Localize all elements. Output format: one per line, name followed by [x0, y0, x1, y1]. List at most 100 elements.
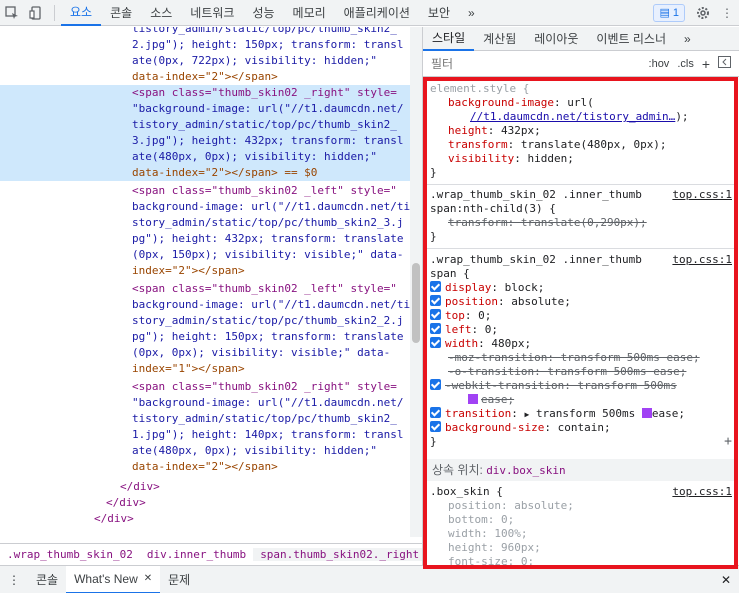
dom-node-line[interactable]: pg"); height: 150px; transform: translat… [0, 329, 410, 345]
property-checkbox[interactable] [430, 281, 441, 292]
style-property[interactable]: position: absolute; [430, 295, 732, 309]
dom-node-line[interactable]: </div> [0, 495, 410, 511]
dom-node-line[interactable]: story_admin/static/top/pc/thumb_skin2_2.… [0, 313, 410, 329]
dom-node-line[interactable]: index="1"></span> [0, 361, 410, 377]
dom-node-line[interactable]: </div> [0, 511, 410, 527]
overridden-property[interactable]: -moz-transition: transform 500ms ease; [430, 351, 732, 365]
close-drawer-icon[interactable]: ✕ [721, 573, 739, 587]
style-property[interactable]: height: 960px; [430, 541, 732, 555]
toggle-sidebar-icon[interactable] [718, 56, 731, 71]
dom-node-line[interactable]: 2.jpg"); height: 150px; transform: trans… [0, 37, 410, 53]
tab-layout[interactable]: 레이아웃 [525, 27, 587, 51]
dom-node-line[interactable]: pg"); height: 432px; transform: translat… [0, 231, 410, 247]
tab-memory[interactable]: 메모리 [284, 0, 335, 26]
style-property-transition[interactable]: transition: ▶ transform 500ms ease; [430, 407, 732, 421]
breadcrumb-item-current[interactable]: span.thumb_skin02._right [253, 547, 422, 561]
dom-node-line[interactable]: data-index="2"></span> == $0 [0, 165, 410, 181]
dom-node-line[interactable]: background-image: url("//t1.daumcdn.net/… [0, 297, 410, 313]
dom-node-line[interactable]: story_admin/static/top/pc/thumb_skin2_3.… [0, 215, 410, 231]
style-property[interactable]: display: block; [430, 281, 732, 295]
add-rule-icon[interactable]: + [702, 56, 710, 72]
dom-node-line[interactable]: tistory_admin/static/top/pc/thumb_skin2_ [0, 117, 410, 133]
tab-computed[interactable]: 계산됨 [474, 27, 525, 51]
style-property[interactable]: transform: translate(480px, 0px); [430, 138, 732, 152]
easing-swatch-icon[interactable] [641, 408, 652, 418]
easing-swatch-icon[interactable] [468, 394, 478, 404]
property-checkbox[interactable] [430, 295, 441, 306]
more-tabs-button[interactable]: » [459, 0, 484, 26]
dom-node-line[interactable]: tistory_admin/static/top/pc/thumb_skin2_ [0, 27, 410, 37]
style-property[interactable]: height: 432px; [430, 124, 732, 138]
style-property-webkit[interactable]: -webkit-transition: transform 500ms [430, 379, 732, 393]
dom-node-line[interactable]: (0px, 0px); visibility: visible;" data- [0, 345, 410, 361]
url-link[interactable]: //t1.daumcdn.net/tistory_admin… [470, 110, 675, 123]
overridden-property[interactable]: -o-transition: transform 500ms ease; [430, 365, 732, 379]
dom-node-line[interactable]: <span class="thumb_skin02 _right" style= [0, 85, 410, 101]
property-checkbox[interactable] [430, 407, 441, 418]
issues-button[interactable]: ▤ 1 [653, 3, 685, 22]
more-style-tabs-button[interactable]: » [675, 27, 700, 51]
rule-selector-cont[interactable]: span:nth-child(3) { [430, 202, 732, 216]
cls-button[interactable]: .cls [677, 58, 694, 70]
style-property[interactable]: visibility: hidden; [430, 152, 732, 166]
dom-node-line[interactable]: 3.jpg"); height: 432px; transform: trans… [0, 133, 410, 149]
inspect-element-icon[interactable] [0, 1, 24, 25]
dom-node-line[interactable]: 1.jpg"); height: 140px; transform: trans… [0, 427, 410, 443]
property-checkbox[interactable] [430, 309, 441, 320]
tab-sources[interactable]: 소스 [141, 0, 181, 26]
source-link[interactable]: top.css:1 [672, 188, 732, 201]
dom-node-line[interactable]: background-image: url("//t1.daumcdn.net/… [0, 199, 410, 215]
gear-icon[interactable] [691, 1, 715, 25]
source-link[interactable]: top.css:1 [672, 253, 732, 266]
hov-button[interactable]: :hov [649, 58, 670, 70]
property-checkbox[interactable] [430, 323, 441, 334]
dom-node-line[interactable]: ate(0px, 722px); visibility: hidden;" [0, 53, 410, 69]
drawer-tab-whats-new[interactable]: What's New ✕ [66, 565, 161, 593]
add-property-icon[interactable]: + [724, 435, 732, 449]
dom-node-line[interactable]: "background-image: url("//t1.daumcdn.net… [0, 101, 410, 117]
dom-node-line[interactable]: <span class="thumb_skin02 _left" style=" [0, 281, 410, 297]
style-property[interactable]: top: 0; [430, 309, 732, 323]
style-property-bgsize[interactable]: background-size: contain; [430, 421, 732, 435]
rule-selector-cont[interactable]: span { [430, 267, 732, 281]
tab-styles[interactable]: 스타일 [423, 27, 475, 51]
kebab-menu-icon[interactable]: ⋮ [715, 1, 739, 25]
style-property[interactable]: width: 100%; [430, 527, 732, 541]
dom-node-line[interactable]: (0px, 150px); visibility: visible;" data… [0, 247, 410, 263]
inherited-selector[interactable]: div.box_skin [486, 464, 565, 477]
breadcrumb-item[interactable]: div.inner_thumb [140, 548, 253, 561]
tab-elements[interactable]: 요소 [61, 0, 102, 26]
style-property[interactable]: background-image: url( [430, 96, 732, 110]
style-property[interactable]: font-size: 0; [430, 555, 732, 565]
dom-node-line[interactable]: <span class="thumb_skin02 _right" style= [0, 379, 410, 395]
dom-node-line[interactable]: data-index="2"></span> [0, 69, 410, 85]
dom-node-line[interactable]: </div> [0, 479, 410, 495]
style-property[interactable]: left: 0; [430, 323, 732, 337]
style-property[interactable]: position: absolute; [430, 499, 732, 513]
tab-security[interactable]: 보안 [419, 0, 459, 26]
overridden-property[interactable]: transform: translate(0,290px); [430, 216, 732, 230]
source-link[interactable]: top.css:1 [672, 485, 732, 498]
close-icon[interactable]: ✕ [144, 573, 152, 584]
expand-triangle-icon[interactable]: ▶ [524, 410, 529, 419]
scrollbar-thumb[interactable] [412, 263, 420, 343]
dom-node-line[interactable]: "background-image: url("//t1.daumcdn.net… [0, 395, 410, 411]
device-toolbar-icon[interactable] [24, 1, 48, 25]
tab-application[interactable]: 애플리케이션 [335, 0, 419, 26]
dom-node-line[interactable]: ate(480px, 0px); visibility: hidden;" [0, 443, 410, 459]
drawer-tab-issues[interactable]: 문제 [160, 566, 198, 593]
breadcrumb-item[interactable]: .wrap_thumb_skin_02 [0, 548, 140, 561]
dom-node-line[interactable]: data-index="2"></span> [0, 459, 410, 475]
dom-node-line[interactable]: ate(480px, 0px); visibility: hidden;" [0, 149, 410, 165]
property-checkbox[interactable] [430, 421, 441, 432]
style-property[interactable]: width: 480px; [430, 337, 732, 351]
tab-performance[interactable]: 성능 [243, 0, 283, 26]
drawer-menu-icon[interactable]: ⋮ [0, 566, 28, 593]
style-property[interactable]: bottom: 0; [430, 513, 732, 527]
drawer-tab-console[interactable]: 콘솔 [28, 566, 66, 593]
property-checkbox[interactable] [430, 337, 441, 348]
rule-selector[interactable]: element.style { [430, 82, 732, 96]
dom-scrollbar[interactable] [410, 27, 422, 537]
dom-node-line[interactable]: index="2"></span> [0, 263, 410, 279]
dom-node-line[interactable]: <span class="thumb_skin02 _left" style=" [0, 183, 410, 199]
